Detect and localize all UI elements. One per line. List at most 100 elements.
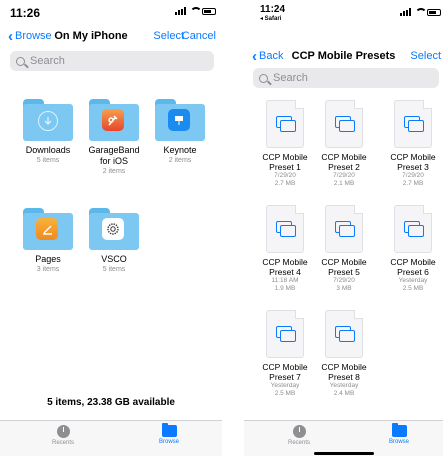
chevron-left-icon: ‹	[8, 27, 13, 45]
tab-label: Recents	[287, 440, 310, 446]
folder-downloads[interactable]: Downloads 5 items	[18, 99, 78, 165]
back-to-safari-link[interactable]: ◂ Safari	[260, 15, 281, 22]
preset-glyph-icon	[404, 221, 424, 237]
file-size: 1.9 MB	[274, 285, 296, 292]
cancel-button[interactable]: Cancel	[182, 30, 216, 42]
file-size: 2.7 MB	[402, 180, 424, 187]
file-name: CCP Mobile Preset 3	[390, 152, 436, 172]
right-screen: 11:24 ◂ Safari ‹ Back CCP Mobile Presets …	[244, 0, 443, 456]
keynote-app-icon	[168, 109, 190, 131]
file-date: 7/29/20	[402, 172, 424, 179]
folder-pages[interactable]: Pages 3 items	[18, 208, 78, 274]
tab-bar: Recents Browse	[244, 420, 443, 456]
left-screen: 11:26 ‹ Browse On My iPhone Select Cancel…	[0, 0, 222, 456]
folder-name: GarageBand for iOS	[88, 145, 140, 166]
folder-item-count: 5 items	[36, 157, 60, 164]
file-date: Yesterday	[329, 382, 359, 389]
cellular-signal-icon	[400, 8, 411, 16]
folder-item-count: 5 items	[102, 266, 126, 273]
folder-icon	[89, 208, 139, 250]
folder-icon	[23, 99, 73, 141]
tab-label: Recents	[51, 440, 74, 446]
file-item[interactable]: CCP Mobile Preset 6 Yesterday 2.5 MB	[384, 205, 442, 293]
folder-icon	[23, 208, 73, 250]
folder-name: VSCO	[101, 254, 127, 264]
tab-label: Browse	[388, 439, 409, 445]
storage-status: 5 items, 23.38 GB available	[47, 397, 175, 408]
file-name: CCP Mobile Preset 1	[262, 152, 308, 172]
file-item[interactable]: CCP Mobile Preset 4 11:18 AM 1.9 MB	[256, 205, 314, 293]
search-icon	[16, 56, 25, 66]
cellular-signal-icon	[175, 7, 186, 15]
folder-name: Downloads	[25, 145, 71, 155]
folder-icon	[89, 99, 139, 141]
preset-glyph-icon	[276, 326, 296, 342]
file-size: 3 MB	[336, 285, 352, 292]
tab-browse[interactable]: Browse	[144, 423, 194, 445]
file-date: 7/29/20	[333, 172, 355, 179]
battery-icon	[427, 8, 441, 16]
pages-app-icon	[36, 218, 58, 240]
document-icon	[325, 205, 363, 253]
file-item[interactable]: CCP Mobile Preset 1 7/29/20 2.7 MB	[256, 100, 314, 188]
file-item[interactable]: CCP Mobile Preset 2 7/29/20 2.1 MB	[315, 100, 373, 188]
tab-label: Browse	[158, 439, 179, 445]
document-icon	[266, 205, 304, 253]
download-icon	[38, 111, 58, 131]
folder-item-count: 2 items	[168, 157, 192, 164]
select-button[interactable]: Select	[153, 30, 184, 42]
file-size: 2.5 MB	[274, 390, 296, 397]
tab-recents[interactable]: Recents	[38, 425, 88, 446]
file-name: CCP Mobile Preset 2	[321, 152, 367, 172]
page-title: On My iPhone	[54, 30, 128, 42]
wifi-icon	[414, 8, 427, 16]
tab-recents[interactable]: Recents	[274, 425, 324, 446]
status-icons	[175, 7, 216, 15]
select-button[interactable]: Select	[410, 50, 441, 62]
folder-keynote[interactable]: Keynote 2 items	[150, 99, 210, 165]
status-time: 11:26	[10, 6, 41, 20]
search-field[interactable]: Search	[10, 51, 214, 71]
file-size: 2.5 MB	[402, 285, 424, 292]
folder-icon	[161, 423, 177, 437]
folder-icon	[391, 423, 407, 437]
file-item[interactable]: CCP Mobile Preset 7 Yesterday 2.5 MB	[256, 310, 314, 398]
preset-glyph-icon	[404, 116, 424, 132]
preset-glyph-icon	[335, 116, 355, 132]
file-item[interactable]: CCP Mobile Preset 8 Yesterday 2.4 MB	[315, 310, 373, 398]
document-icon	[325, 100, 363, 148]
tab-bar: Recents Browse	[0, 420, 222, 456]
file-size: 2.7 MB	[274, 180, 296, 187]
search-placeholder: Search	[273, 72, 308, 84]
folder-item-count: 3 items	[36, 266, 60, 273]
battery-icon	[202, 7, 216, 15]
file-item[interactable]: CCP Mobile Preset 3 7/29/20 2.7 MB	[384, 100, 442, 188]
clock-icon	[56, 425, 70, 438]
status-bar: 11:26	[0, 0, 222, 22]
file-date: Yesterday	[270, 382, 300, 389]
vsco-app-icon	[102, 218, 124, 240]
file-size: 2.4 MB	[333, 390, 355, 397]
file-date: 7/29/20	[333, 277, 355, 284]
document-icon	[266, 100, 304, 148]
navigation-bar: ‹ Back CCP Mobile Presets Select	[244, 49, 443, 70]
tab-browse[interactable]: Browse	[374, 423, 424, 445]
document-icon	[394, 100, 432, 148]
file-item[interactable]: CCP Mobile Preset 5 7/29/20 3 MB	[315, 205, 373, 293]
garageband-app-icon	[102, 109, 124, 131]
preset-glyph-icon	[276, 221, 296, 237]
wifi-icon	[189, 7, 202, 15]
file-date: Yesterday	[398, 277, 428, 284]
folder-icon	[155, 99, 205, 141]
search-icon	[259, 73, 268, 83]
search-placeholder: Search	[30, 55, 65, 67]
status-icons	[400, 8, 441, 16]
folder-vsco[interactable]: VSCO 5 items	[84, 208, 144, 274]
folder-item-count: 2 items	[102, 168, 126, 175]
status-bar: 11:24 ◂ Safari	[244, 0, 443, 22]
file-name: CCP Mobile Preset 5	[321, 257, 367, 277]
search-field[interactable]: Search	[253, 68, 439, 88]
folder-garageband[interactable]: GarageBand for iOS 2 items	[84, 99, 144, 176]
file-date: 11:18 AM	[271, 277, 299, 284]
navigation-bar: ‹ Browse On My iPhone Select Cancel	[0, 27, 222, 50]
